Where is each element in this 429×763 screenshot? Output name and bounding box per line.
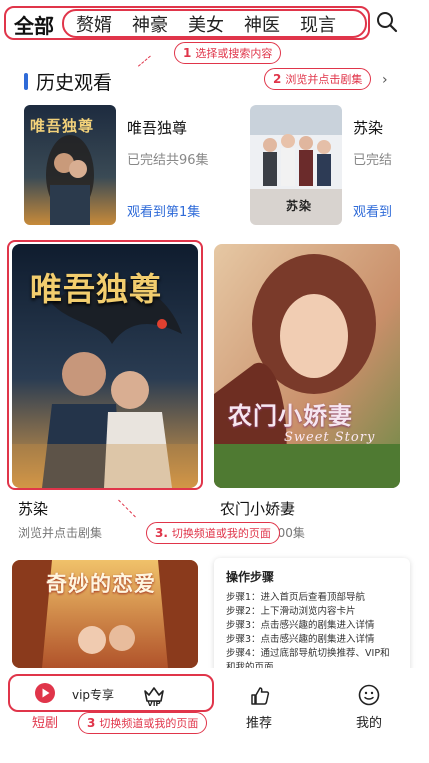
tab-recommend[interactable] — [250, 686, 270, 710]
history-item-title[interactable]: 苏染 — [353, 117, 383, 138]
annotation-step-3a: 3. 切换频道或我的页面 — [146, 522, 280, 544]
smile-face-icon — [358, 684, 380, 706]
feed-cover-image[interactable]: 农门小娇妻 Sweet Story — [214, 244, 400, 488]
section-accent-bar — [24, 73, 28, 90]
annotation-step-3a-number: 3. — [155, 526, 168, 540]
history-cover-image[interactable]: 苏染 — [250, 105, 342, 225]
history-item-title[interactable]: 唯吾独尊 — [127, 117, 187, 138]
tab-short-drama[interactable] — [30, 682, 60, 708]
history-item[interactable]: 唯吾独尊 唯吾独尊 已完结共96集 观看到第1集 — [24, 105, 224, 227]
operation-step: 步骤3：点击感兴趣的剧集进入详情 — [226, 634, 375, 645]
annotation-step-3a-text: 切换频道或我的页面 — [171, 527, 271, 540]
tab-mine[interactable] — [358, 684, 380, 710]
search-icon[interactable] — [376, 11, 398, 33]
annotation-step-1-leader — [137, 55, 151, 67]
feed-card[interactable]: 农门小娇妻 Sweet Story 农门小娇妻 100集 — [214, 244, 404, 544]
feed-cover-image[interactable]: 奇妙的恋爱 — [12, 560, 198, 668]
category-tab-zhuixu[interactable]: 赘婿 — [76, 11, 112, 37]
annotation-step-3b: 3 切换频道或我的页面 — [78, 712, 208, 734]
history-cover-title: 唯吾独尊 — [30, 117, 95, 135]
category-tab-meinv[interactable]: 美女 — [188, 11, 224, 37]
feed-cover-title: 奇妙的恋爱 — [46, 571, 156, 596]
category-list: 赘婿 神豪 美女 神医 现言 — [76, 11, 336, 37]
feed-card[interactable]: 奇妙的恋爱 — [12, 560, 202, 670]
tab-vip-label[interactable]: vip专享 — [72, 686, 114, 703]
operation-step: 步骤1：进入首页后查看顶部导航 — [226, 592, 366, 603]
history-section-title: 历史观看 — [36, 72, 113, 94]
tab-recommend-label[interactable]: 推荐 — [246, 712, 272, 731]
history-item-progress[interactable]: 观看到第1集 — [127, 201, 200, 220]
annotation-step-1: 1 选择或搜索内容 — [174, 42, 282, 64]
annotation-step-2-number: 2 — [273, 72, 282, 86]
annotation-step-2: 2 浏览并点击剧集 — [264, 68, 372, 90]
feed-cover-title: 唯吾独尊 — [30, 270, 163, 308]
history-cover-image[interactable]: 唯吾独尊 — [24, 105, 116, 225]
feed-cover-title: 农门小娇妻 — [228, 401, 353, 430]
history-item-meta: 已完结共96集 — [127, 153, 209, 168]
feed-card[interactable]: 唯吾独尊 苏染 浏览并点击剧集 — [12, 244, 202, 544]
annotation-step-1-text: 选择或搜索内容 — [195, 47, 273, 60]
tab-mine-label[interactable]: 我的 — [356, 712, 382, 731]
feed-card-subtitle: 浏览并点击剧集 — [18, 526, 103, 540]
svg-text:VIP: VIP — [147, 700, 160, 707]
play-icon — [35, 683, 55, 703]
top-category-nav: 全部 赘婿 神豪 美女 神医 现言 — [0, 0, 429, 46]
category-tab-shenyi[interactable]: 神医 — [244, 11, 280, 37]
feed-card-title[interactable]: 苏染 — [18, 498, 48, 519]
annotation-step-3b-text: 切换频道或我的页面 — [99, 717, 199, 730]
history-item[interactable]: 苏染 苏染 已完结 观看到 — [250, 105, 429, 227]
feed-cover-image[interactable]: 唯吾独尊 — [12, 244, 198, 488]
category-tab-xianyan[interactable]: 现言 — [300, 11, 336, 37]
annotation-step-2-text: 浏览并点击剧集 — [285, 73, 363, 86]
operation-step: 步骤3：点击感兴趣的剧集进入详情 — [226, 620, 375, 631]
category-tab-shenhao[interactable]: 神豪 — [132, 11, 168, 37]
vip-crown-icon[interactable]: VIP — [142, 683, 166, 707]
feed-card-title[interactable]: 农门小娇妻 — [220, 498, 295, 519]
history-cover-title: 苏染 — [286, 199, 313, 213]
feed-cover-subtitle: Sweet Story — [284, 430, 376, 445]
history-more-chevron-icon[interactable]: › — [382, 72, 388, 88]
operation-step: 步骤2：上下滑动浏览内容卡片 — [226, 606, 356, 617]
thumbs-up-icon — [251, 687, 270, 705]
annotation-step-3b-number: 3 — [87, 716, 96, 730]
operation-step: 步骤4：通过底部导航切换推荐、VIP和 — [226, 648, 390, 659]
annotation-step-1-number: 1 — [183, 46, 192, 60]
operation-steps-title: 操作步骤 — [226, 570, 275, 584]
tab-short-drama-label[interactable]: 短剧 — [32, 712, 58, 731]
history-item-meta: 已完结 — [353, 153, 393, 168]
category-tab-all[interactable]: 全部 — [14, 10, 54, 39]
history-item-progress[interactable]: 观看到 — [353, 201, 392, 220]
